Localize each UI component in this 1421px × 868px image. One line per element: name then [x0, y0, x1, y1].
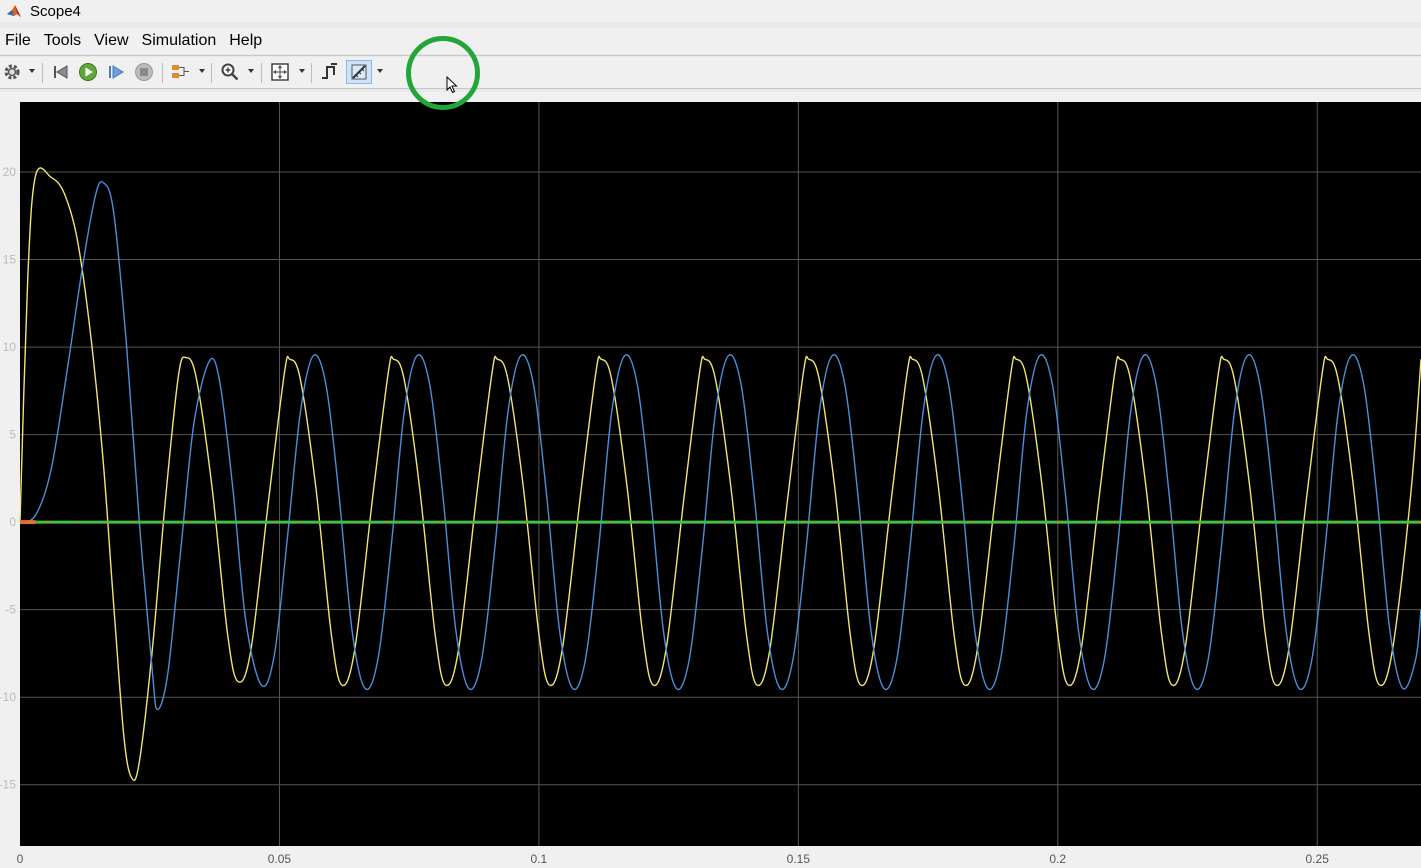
x-tick-label: 0.15: [787, 852, 811, 866]
menu-bar: File Tools View Simulation Help: [0, 28, 1421, 54]
signal-layout-dropdown-icon[interactable]: [199, 69, 205, 73]
fit-to-view-dropdown-icon[interactable]: [299, 69, 305, 73]
settings-dropdown-icon[interactable]: [29, 69, 35, 73]
x-tick-label: 0.2: [1049, 852, 1066, 866]
window-title: Scope4: [30, 2, 81, 20]
zoom-icon[interactable]: [219, 61, 241, 83]
x-tick-label: 0.05: [268, 852, 292, 866]
toolbar-separator: [211, 63, 212, 83]
zoom-dropdown-icon[interactable]: [248, 69, 254, 73]
step-back-icon[interactable]: [50, 61, 72, 83]
step-forward-icon[interactable]: [105, 61, 127, 83]
settings-gear-icon[interactable]: [2, 61, 22, 83]
y-tick-label: 0: [9, 515, 16, 529]
matlab-logo-icon: [6, 3, 22, 19]
menu-file[interactable]: File: [0, 32, 39, 50]
measurements-icon[interactable]: [346, 60, 372, 84]
run-icon[interactable]: [77, 61, 99, 83]
toolbar-separator: [261, 63, 262, 83]
toolbar-separator: [42, 63, 43, 83]
menu-divider: [0, 55, 1421, 56]
stop-icon[interactable]: [133, 61, 155, 83]
title-bar: Scope4: [0, 0, 1421, 22]
mouse-pointer-icon: [446, 76, 458, 94]
y-tick-label: 10: [3, 340, 17, 354]
y-tick-label: -10: [0, 690, 16, 704]
scope-axes[interactable]: 0 0.05 0.1 0.15 0.2 0.25 20 15 10 5 0 -5 -10 -15: [0, 92, 1421, 868]
y-tick-label: 20: [3, 165, 17, 179]
menu-simulation[interactable]: Simulation: [137, 32, 225, 50]
y-tick-label: 15: [3, 253, 17, 267]
y-tick-label: -5: [5, 603, 16, 617]
x-tick-label: 0: [17, 852, 24, 866]
signal-layout-icon[interactable]: [169, 61, 191, 83]
toolbar-separator: [162, 63, 163, 83]
menu-view[interactable]: View: [89, 32, 136, 50]
x-tick-label: 0.1: [531, 852, 548, 866]
measurements-dropdown-icon[interactable]: [377, 69, 383, 73]
y-tick-label: 5: [9, 428, 16, 442]
menu-tools[interactable]: Tools: [39, 32, 89, 50]
fit-to-view-icon[interactable]: [269, 61, 291, 83]
menu-help[interactable]: Help: [224, 32, 270, 50]
triggers-icon[interactable]: [318, 61, 340, 83]
scope-plot-area: 0 0.05 0.1 0.15 0.2 0.25 20 15 10 5 0 -5 -10 -15: [0, 92, 1421, 868]
toolbar-separator: [311, 63, 312, 83]
x-tick-label: 0.25: [1306, 852, 1330, 866]
click-highlight-ring: [406, 36, 480, 110]
toolbar: [0, 57, 1421, 89]
plot-background: [20, 102, 1421, 846]
y-tick-label: -15: [0, 778, 16, 792]
